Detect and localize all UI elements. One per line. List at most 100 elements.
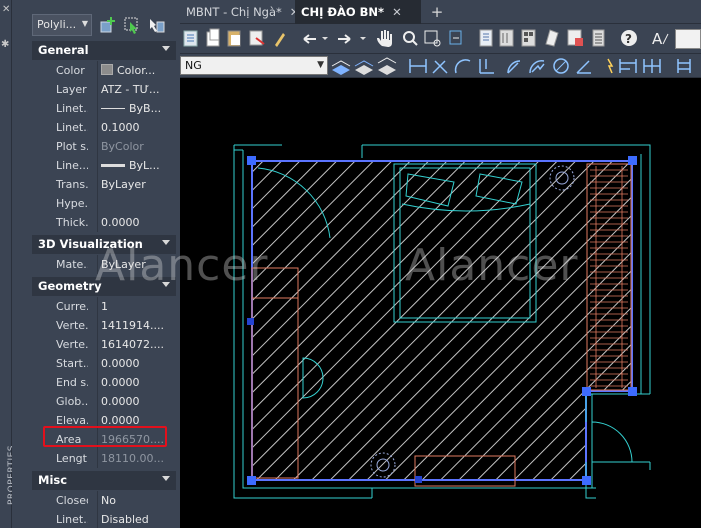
pan-hand-icon[interactable] (377, 30, 392, 47)
dimension-space-icon[interactable] (677, 59, 691, 73)
property-value[interactable]: 1614072.... (97, 335, 164, 354)
match-properties-icon[interactable] (249, 30, 265, 46)
make-current-layer-icon[interactable] (331, 60, 351, 75)
sheet-set-icon[interactable] (545, 29, 559, 47)
property-row[interactable]: Linet... ByB... (32, 99, 164, 118)
toolbar-text-input[interactable] (675, 29, 701, 49)
zoom-window-icon[interactable] (424, 30, 441, 47)
drawing-canvas[interactable] (180, 78, 701, 528)
design-center-icon[interactable] (499, 29, 514, 47)
property-value[interactable]: 0.0000 (97, 373, 164, 392)
standard-toolbar-icons: ? A (183, 28, 669, 48)
property-row[interactable]: Linet... 0.1000 (32, 118, 164, 137)
tool-palettes-icon[interactable] (521, 29, 536, 47)
property-row[interactable]: Color Color... (32, 61, 164, 80)
section-general[interactable]: General (32, 41, 176, 60)
property-row[interactable]: Thick... 0.0000 (32, 213, 164, 232)
property-row[interactable]: Closed No (32, 491, 164, 510)
angular-dimension-icon[interactable] (576, 60, 591, 74)
property-value[interactable]: 0.0000 (97, 354, 164, 373)
property-row[interactable]: Line... ByL... (32, 156, 164, 175)
property-row[interactable]: Layer ATZ - TƯ... (32, 80, 164, 99)
tab-chi-dao-bn[interactable]: CHỊ ĐÀO BN* ✕ (295, 0, 421, 24)
hatched-room[interactable] (251, 160, 633, 481)
new-tab-plus-icon[interactable]: + (428, 3, 446, 21)
property-value[interactable]: 18110.00... (97, 449, 164, 468)
markup-icon[interactable] (567, 29, 583, 46)
property-row[interactable]: Verte... 1411914.... (32, 316, 164, 335)
jogged-dimension-icon[interactable] (529, 60, 545, 74)
standard-toolbar: ? A (180, 24, 701, 54)
quick-dimension-icon[interactable] (607, 58, 614, 74)
property-value-text: ATZ - TƯ... (101, 83, 160, 96)
collapse-chevron-icon[interactable] (162, 46, 170, 51)
aligned-dimension-icon[interactable] (432, 60, 448, 74)
tab-mbnt[interactable]: MBNT - Chị Ngà*✕ (180, 0, 299, 24)
redo-icon[interactable] (338, 34, 366, 44)
palette-header: Polyli... ▼ (12, 0, 180, 40)
property-row[interactable]: Curre... 1 (32, 297, 164, 316)
section-misc[interactable]: Misc (32, 471, 176, 490)
help-icon[interactable]: ? (621, 30, 637, 46)
brush-icon[interactable] (275, 33, 285, 47)
property-row[interactable]: Verte... 1614072.... (32, 335, 164, 354)
property-value[interactable]: ByL... (97, 156, 164, 175)
property-label: Linet... (56, 513, 88, 526)
property-row[interactable]: Start... 0.0000 (32, 354, 164, 373)
object-type-dropdown[interactable]: Polyli... ▼ (32, 14, 92, 36)
select-objects-icon[interactable] (123, 16, 141, 34)
property-row[interactable]: End s... 0.0000 (32, 373, 164, 392)
close-icon[interactable]: ✕ (392, 5, 402, 19)
property-label: Color (56, 64, 85, 77)
property-value[interactable]: 0.0000 (97, 392, 164, 411)
property-row[interactable]: Trans... ByLayer (32, 175, 164, 194)
property-row[interactable]: Linet... Disabled (32, 510, 164, 528)
area-highlight-box (43, 426, 167, 447)
arc-length-icon[interactable] (454, 59, 471, 74)
close-icon[interactable]: ✕ (2, 4, 10, 15)
paste-icon[interactable] (227, 30, 241, 47)
property-label: End s... (56, 376, 88, 389)
ordinate-dimension-icon[interactable] (479, 59, 494, 74)
layer-states-icon[interactable] (377, 57, 397, 75)
property-value[interactable]: Disabled (97, 510, 164, 528)
property-value[interactable]: 1411914.... (97, 316, 164, 335)
collapse-chevron-icon[interactable] (162, 476, 170, 481)
property-label: Hype... (56, 197, 88, 210)
gear-icon[interactable]: ✱ (1, 39, 9, 50)
property-value[interactable]: 0.0000 (97, 213, 164, 232)
property-value[interactable]: ByLayer (97, 175, 164, 194)
diameter-dimension-icon[interactable] (553, 58, 569, 74)
property-row[interactable]: Plot s... ByColor (32, 137, 164, 156)
linear-dimension-icon[interactable] (409, 59, 427, 73)
zoom-realtime-icon[interactable] (403, 31, 418, 46)
property-value[interactable]: 0.1000 (97, 118, 164, 137)
open-icon[interactable] (206, 28, 220, 47)
property-value[interactable] (97, 194, 164, 213)
property-value[interactable]: ATZ - TƯ... (97, 80, 164, 99)
property-value[interactable]: No (97, 491, 164, 510)
property-row[interactable]: Length 18110.00... (32, 449, 164, 468)
property-value[interactable]: 1 (97, 297, 164, 316)
watermark-text: Alancer (95, 240, 269, 291)
baseline-dimension-icon[interactable] (619, 59, 637, 73)
continue-dimension-icon[interactable] (643, 59, 661, 73)
undo-icon[interactable] (303, 34, 328, 44)
layers-dimension-toolbar: NG ▼ (180, 54, 701, 78)
calculator-icon[interactable] (592, 29, 605, 47)
radius-dimension-icon[interactable] (507, 60, 521, 74)
properties-icon[interactable] (479, 29, 493, 47)
toggle-pickadd-icon[interactable] (99, 16, 117, 34)
property-value[interactable]: Color... (97, 61, 164, 80)
text-style-icon[interactable]: A (652, 30, 669, 48)
property-value[interactable]: ByB... (97, 99, 164, 118)
property-value[interactable]: ByColor (97, 137, 164, 156)
property-row[interactable]: Hype... (32, 194, 164, 213)
color-swatch-icon (101, 64, 113, 75)
quick-select-icon[interactable] (147, 16, 165, 34)
qnew-icon[interactable] (183, 30, 198, 47)
layer-previous-icon[interactable] (354, 60, 374, 75)
property-row[interactable]: Glob... 0.0000 (32, 392, 164, 411)
zoom-previous-icon[interactable] (449, 30, 462, 45)
property-label: Trans... (56, 178, 88, 191)
